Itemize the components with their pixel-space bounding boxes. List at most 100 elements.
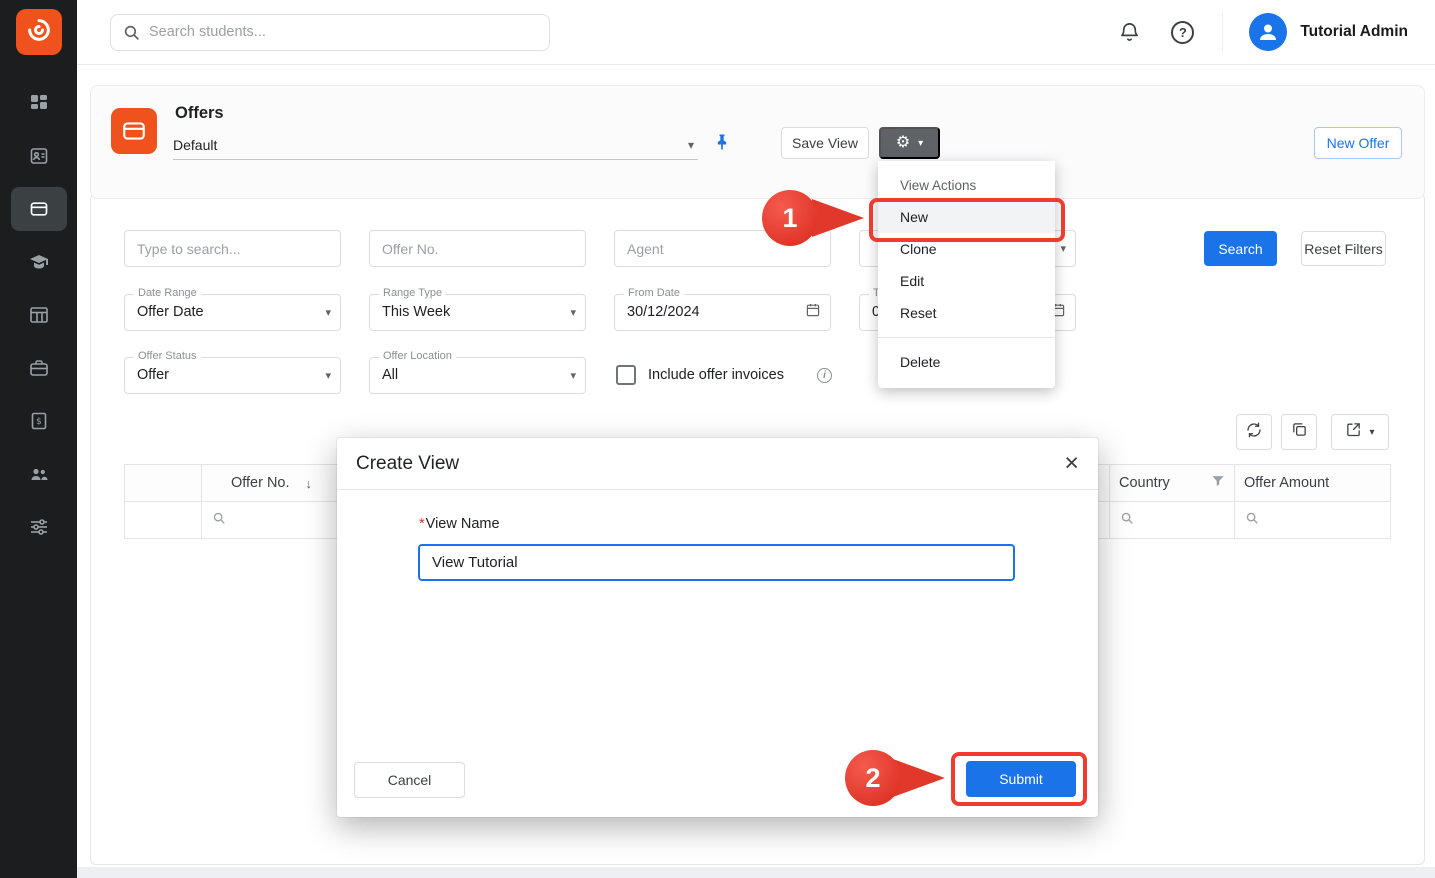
submit-button[interactable]: Submit <box>966 761 1076 797</box>
view-actions-button[interactable]: ⚙ ▾ <box>879 127 940 159</box>
sidebar-item-students[interactable] <box>11 134 67 178</box>
topbar: ? Tutorial Admin <box>77 0 1435 65</box>
user-menu[interactable]: Tutorial Admin <box>1222 13 1408 51</box>
refresh-button[interactable] <box>1236 414 1272 450</box>
sort-descending-icon[interactable]: ↓ <box>306 476 313 491</box>
step2-badge: 2 <box>845 750 901 806</box>
table-icon <box>29 305 49 325</box>
sidebar-nav: $ <box>0 81 77 558</box>
user-name: Tutorial Admin <box>1300 23 1408 41</box>
required-asterisk: * <box>419 516 425 532</box>
svg-text:$: $ <box>36 417 42 427</box>
menu-divider <box>878 337 1055 338</box>
view-name-label-text: View Name <box>426 516 500 532</box>
offer-amount-filter-cell[interactable] <box>1235 502 1390 538</box>
offer-amount-column-header[interactable]: Offer Amount <box>1235 465 1390 501</box>
menu-item-reset[interactable]: Reset <box>878 297 1055 329</box>
sidebar-item-reports[interactable] <box>11 293 67 337</box>
graduation-cap-icon <box>29 252 49 272</box>
sliders-icon <box>29 517 49 537</box>
briefcase-icon <box>29 358 49 378</box>
view-actions-menu-header: View Actions <box>878 171 1055 201</box>
view-actions-menu: View Actions New Clone Edit Reset Delete <box>878 161 1055 388</box>
chevron-down-icon: ▾ <box>1369 427 1374 438</box>
close-icon[interactable]: × <box>1064 451 1079 476</box>
export-button[interactable]: ▾ <box>1331 414 1389 450</box>
search-icon <box>1120 511 1134 529</box>
sidebar-item-invoices[interactable]: $ <box>11 399 67 443</box>
copy-grid-button[interactable] <box>1281 414 1317 450</box>
menu-item-edit[interactable]: Edit <box>878 265 1055 297</box>
search-icon <box>212 511 226 529</box>
sidebar-item-offers[interactable] <box>11 187 67 231</box>
pin-view-button[interactable] <box>712 132 732 152</box>
sidebar-item-settings[interactable] <box>11 505 67 549</box>
sidebar-item-agents[interactable] <box>11 452 67 496</box>
chevron-down-icon: ▾ <box>570 306 576 319</box>
range-type-label: Range Type <box>379 287 446 299</box>
offer-status-value: Offer <box>125 358 340 393</box>
refresh-icon <box>1245 421 1263 444</box>
date-range-label: Date Range <box>134 287 201 299</box>
menu-item-delete[interactable]: Delete <box>878 346 1055 378</box>
menu-item-clone[interactable]: Clone <box>878 233 1055 265</box>
type-to-search-input[interactable] <box>124 230 341 267</box>
sidebar-item-courses[interactable] <box>11 240 67 284</box>
sidebar-item-services[interactable] <box>11 346 67 390</box>
country-header-label: Country <box>1119 475 1170 491</box>
help-icon[interactable]: ? <box>1171 21 1194 44</box>
sidebar-item-dashboard[interactable] <box>11 81 67 125</box>
create-view-modal: Create View × *View Name Cancel Submit <box>337 438 1098 817</box>
from-date-value: 30/12/2024 <box>615 295 830 330</box>
page-title: Offers <box>175 104 224 123</box>
people-icon <box>29 464 49 484</box>
offer-no-input[interactable] <box>369 230 586 267</box>
filter-funnel-icon[interactable] <box>1211 474 1225 492</box>
search-input[interactable] <box>149 24 537 40</box>
page-bottom-strip <box>77 867 1435 878</box>
date-range-select[interactable]: Date Range Offer Date ▾ <box>124 294 341 331</box>
brand-swirl-icon <box>25 16 53 49</box>
country-filter-cell[interactable] <box>1110 502 1235 538</box>
chevron-down-icon: ▾ <box>325 369 331 382</box>
page-header-card: Offers Default ▾ Save View ⚙ ▾ New Offer <box>90 85 1425 199</box>
invoice-icon: $ <box>29 411 49 431</box>
include-offer-invoices-label: Include offer invoices <box>648 367 784 383</box>
calendar-icon <box>805 302 821 323</box>
offer-no-header-label: Offer No. <box>231 475 290 491</box>
offer-no-column-header[interactable]: Offer No. ↓ <box>202 465 342 501</box>
avatar <box>1249 13 1287 51</box>
sidebar: $ <box>0 0 77 878</box>
save-view-button[interactable]: Save View <box>781 127 869 159</box>
offer-location-select[interactable]: Offer Location All ▾ <box>369 357 586 394</box>
notifications-bell-icon[interactable] <box>1118 21 1141 44</box>
contact-card-icon <box>29 146 49 166</box>
offer-status-select[interactable]: Offer Status Offer ▾ <box>124 357 341 394</box>
date-range-value: Offer Date <box>125 295 340 330</box>
from-date-field[interactable]: From Date 30/12/2024 <box>614 294 831 331</box>
offers-page-icon <box>111 108 157 154</box>
offer-amount-header-label: Offer Amount <box>1244 475 1329 491</box>
country-column-header[interactable]: Country <box>1110 465 1235 501</box>
new-offer-button[interactable]: New Offer <box>1314 127 1402 159</box>
search-button[interactable]: Search <box>1204 231 1277 266</box>
chevron-down-icon: ▾ <box>325 306 331 319</box>
copy-icon <box>1291 421 1308 443</box>
search-icon <box>1245 511 1259 529</box>
chevron-down-icon: ▾ <box>688 138 698 152</box>
menu-item-new[interactable]: New <box>878 201 1055 233</box>
offer-no-filter-cell[interactable] <box>202 502 342 538</box>
view-name-input[interactable] <box>418 544 1015 581</box>
gear-icon: ⚙ <box>896 135 910 151</box>
app-root: $ ? Tutorial A <box>0 0 1435 878</box>
include-offer-invoices-checkbox[interactable] <box>616 365 636 385</box>
cancel-button[interactable]: Cancel <box>354 762 465 798</box>
info-icon[interactable]: i <box>817 368 832 383</box>
offers-icon <box>29 199 49 219</box>
step1-arrow-icon <box>812 199 864 237</box>
view-selector[interactable]: Default ▾ <box>173 130 698 160</box>
offer-location-value: All <box>370 358 585 393</box>
reset-filters-button[interactable]: Reset Filters <box>1301 231 1386 266</box>
app-logo[interactable] <box>16 9 62 55</box>
range-type-select[interactable]: Range Type This Week ▾ <box>369 294 586 331</box>
